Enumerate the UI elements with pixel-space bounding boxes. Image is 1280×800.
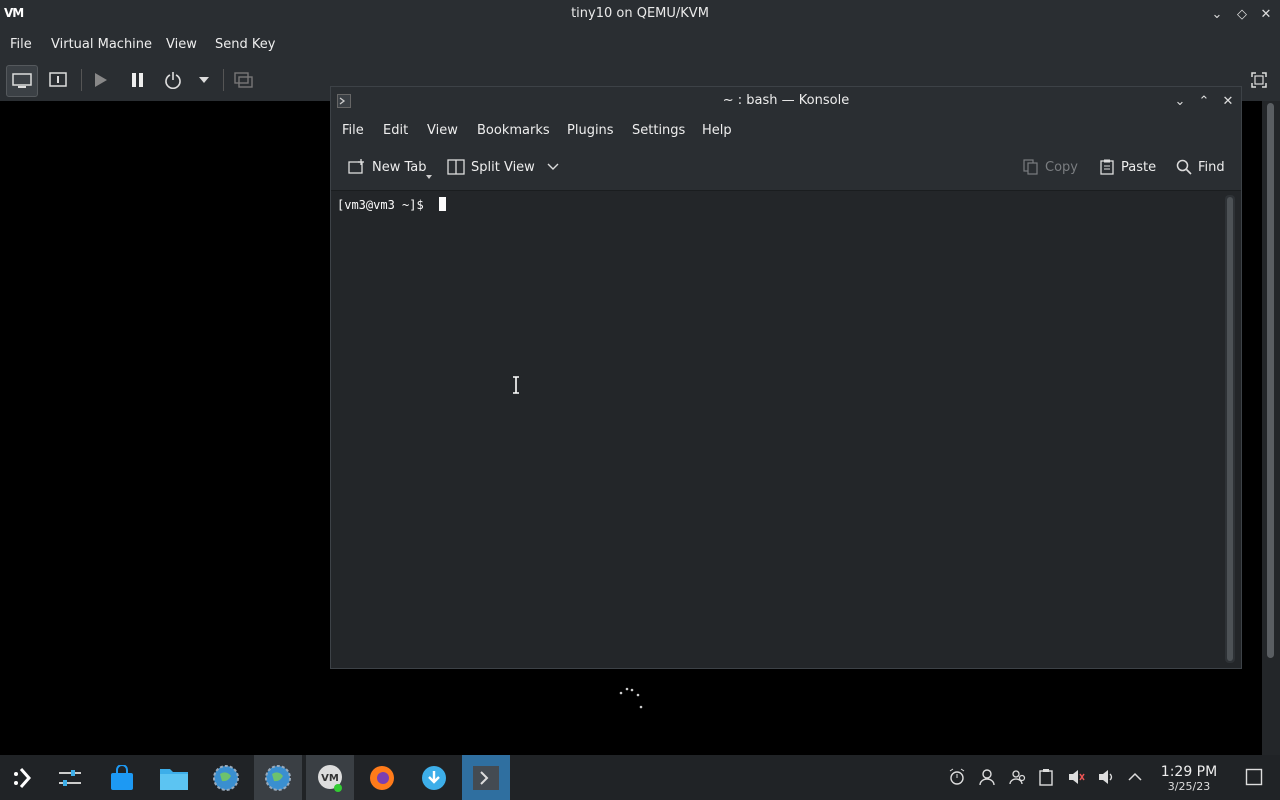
konsole-menu-file[interactable]: File	[342, 123, 364, 138]
application-launcher-button[interactable]	[0, 755, 48, 800]
konsole-menu-plugins[interactable]: Plugins	[567, 123, 614, 138]
shopping-bag-icon	[111, 764, 133, 790]
task-network-settings[interactable]	[202, 755, 250, 800]
fullscreen-icon	[1251, 72, 1267, 88]
konsole-menubar: File Edit View Bookmarks Plugins Setting…	[331, 115, 1241, 145]
details-view-button[interactable]	[43, 65, 73, 95]
task-system-settings[interactable]	[46, 755, 94, 800]
new-tab-button[interactable]: New Tab	[348, 159, 427, 175]
konsole-menu-settings[interactable]: Settings	[632, 123, 685, 138]
download-icon	[422, 765, 446, 790]
task-virt-manager[interactable]: VM	[306, 755, 354, 800]
vm-scrollbar-thumb[interactable]	[1267, 103, 1274, 658]
launcher-icon	[14, 767, 32, 788]
play-icon	[95, 73, 107, 87]
paste-icon	[1100, 159, 1114, 175]
vm-menu-send-key[interactable]: Send Key	[215, 37, 275, 52]
konsole-maximize-button[interactable]: ⌃	[1194, 91, 1214, 111]
vm-maximize-button[interactable]: ◇	[1232, 4, 1252, 24]
text-cursor	[439, 197, 446, 211]
search-icon	[1176, 159, 1192, 175]
konsole-menu-bookmarks[interactable]: Bookmarks	[477, 123, 550, 138]
alarm-icon[interactable]	[948, 768, 966, 786]
konsole-window: ~ : bash — Konsole ⌄ ⌃ ✕ File Edit View …	[330, 86, 1242, 669]
konsole-minimize-button[interactable]: ⌄	[1170, 91, 1190, 111]
task-discover[interactable]	[98, 755, 146, 800]
loading-spinner-icon	[619, 687, 643, 709]
fullscreen-button[interactable]	[1244, 65, 1274, 95]
konsole-menu-edit[interactable]: Edit	[383, 123, 408, 138]
clock-date[interactable]: 3/25/23	[1152, 780, 1226, 793]
task-dolphin[interactable]	[150, 755, 198, 800]
copy-label: Copy	[1045, 159, 1078, 175]
monitor-icon	[12, 73, 32, 88]
split-view-icon	[447, 159, 465, 175]
task-firefox[interactable]	[358, 755, 406, 800]
konsole-toolbar: New Tab Split View Copy Paste Find	[331, 145, 1241, 191]
task-downloader[interactable]	[410, 755, 458, 800]
task-konsole[interactable]	[462, 755, 510, 800]
clipboard-icon[interactable]	[1037, 768, 1055, 786]
globe-gear-icon	[265, 764, 291, 791]
users-icon[interactable]	[1009, 768, 1027, 786]
shell-prompt: [vm3@vm3 ~]$	[337, 198, 431, 212]
shutdown-button[interactable]	[158, 65, 188, 95]
copy-button[interactable]: Copy	[1023, 159, 1078, 175]
chevron-down-icon	[547, 163, 559, 170]
chevron-down-icon	[199, 77, 209, 83]
user-icon[interactable]	[978, 768, 996, 786]
svg-text:VM: VM	[321, 773, 339, 784]
clock-time[interactable]: 1:29 PM	[1152, 764, 1226, 780]
chevron-down-icon	[426, 175, 432, 179]
snapshot-icon	[234, 72, 253, 88]
vm-close-button[interactable]: ✕	[1256, 4, 1276, 24]
split-view-label: Split View	[471, 159, 535, 175]
shutdown-menu-button[interactable]	[190, 65, 218, 95]
find-button[interactable]: Find	[1176, 159, 1225, 175]
konsole-menu-view[interactable]: View	[427, 123, 458, 138]
terminal-area[interactable]: [vm3@vm3 ~]$	[331, 191, 1225, 668]
console-view-button[interactable]	[6, 65, 38, 97]
folder-icon	[160, 768, 188, 790]
snapshots-button[interactable]	[229, 65, 259, 95]
konsole-menu-help[interactable]: Help	[702, 123, 732, 138]
terminal-icon	[473, 765, 499, 790]
paste-button[interactable]: Paste	[1099, 159, 1156, 175]
vm-minimize-button[interactable]: ⌄	[1207, 4, 1227, 24]
task-network-settings-2[interactable]	[254, 755, 302, 800]
find-label: Find	[1198, 159, 1225, 175]
power-icon	[165, 72, 181, 89]
ibeam-cursor-icon	[513, 376, 519, 394]
run-button[interactable]	[85, 65, 115, 95]
vm-window-title: tiny10 on QEMU/KVM	[571, 6, 709, 21]
toolbar-separator	[223, 69, 224, 91]
pause-icon	[132, 73, 143, 87]
terminal-scrollbar-thumb[interactable]	[1227, 197, 1233, 661]
info-icon	[49, 72, 67, 87]
virt-manager-icon: VM	[318, 764, 342, 792]
vm-menu-virtual-machine[interactable]: Virtual Machine	[51, 37, 152, 52]
copy-icon	[1023, 159, 1038, 175]
konsole-close-button[interactable]: ✕	[1218, 91, 1238, 111]
volume-icon[interactable]	[1097, 768, 1115, 786]
vm-menu-view[interactable]: View	[166, 37, 197, 52]
vm-menu-file[interactable]: File	[10, 37, 32, 52]
new-tab-icon	[348, 159, 364, 174]
pause-button[interactable]	[122, 65, 152, 95]
vm-menubar: File Virtual Machine View Send Key	[0, 29, 1280, 59]
konsole-window-title: ~ : bash — Konsole	[722, 93, 850, 108]
firefox-icon	[370, 765, 394, 790]
paste-label: Paste	[1121, 159, 1157, 175]
show-desktop-icon[interactable]	[1245, 768, 1263, 786]
settings-sliders-icon	[59, 769, 81, 786]
globe-gear-icon	[213, 764, 239, 791]
new-tab-label: New Tab	[372, 159, 427, 175]
speaker-muted-icon[interactable]	[1067, 768, 1085, 786]
toolbar-separator	[81, 69, 82, 91]
split-view-button[interactable]: Split View	[447, 159, 559, 175]
tray-expand-icon[interactable]	[1126, 768, 1144, 786]
